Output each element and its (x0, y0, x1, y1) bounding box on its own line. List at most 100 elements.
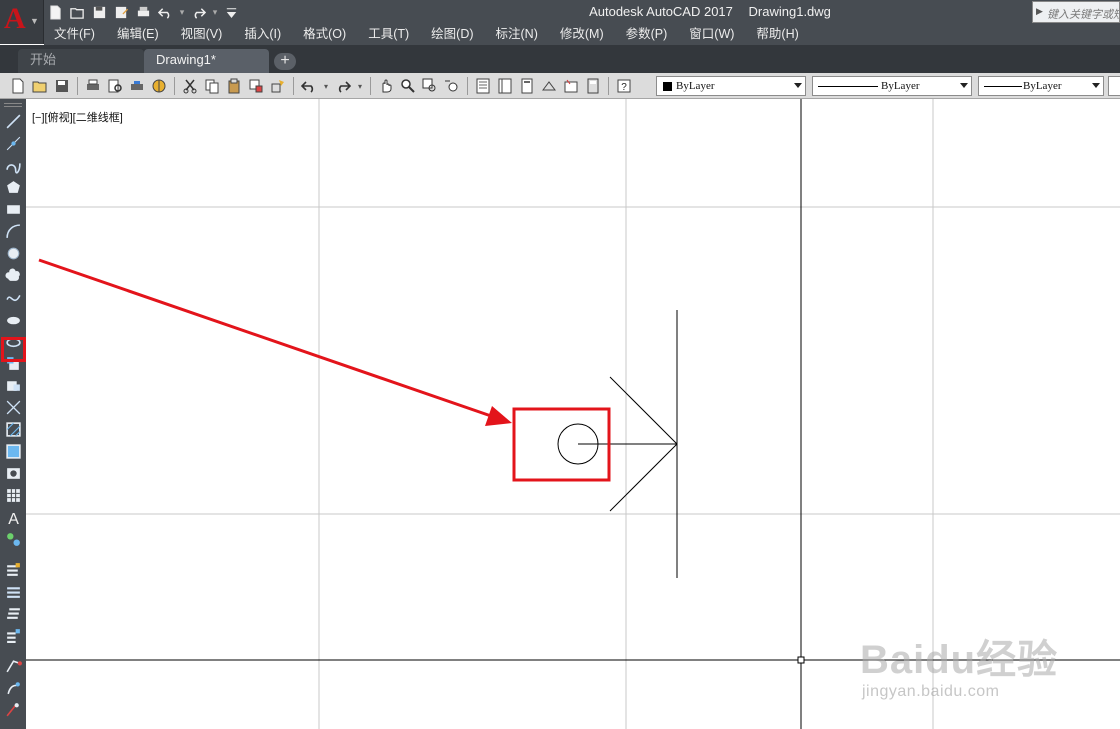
zoom-window-icon[interactable] (420, 76, 440, 96)
polyline-tool-icon[interactable] (3, 155, 23, 175)
circle-tool-icon[interactable] (3, 243, 23, 263)
save-icon[interactable] (52, 76, 72, 96)
markup-icon[interactable] (561, 76, 581, 96)
chevron-down-icon (1092, 83, 1100, 88)
customize-qat-icon[interactable] (222, 3, 241, 21)
pan-hand-icon[interactable] (376, 76, 396, 96)
multiline-text-icon[interactable]: A (3, 507, 23, 527)
menu-window[interactable]: 窗口(W) (679, 24, 746, 45)
menu-format[interactable]: 格式(O) (293, 24, 358, 45)
linetype-control-select[interactable]: ByLayer (812, 76, 972, 96)
quickcalc-icon[interactable] (583, 76, 603, 96)
redo-icon[interactable] (333, 76, 353, 96)
zoom-realtime-icon[interactable] (398, 76, 418, 96)
toolbar-grip[interactable] (4, 103, 22, 107)
point-tool-icon[interactable] (3, 397, 23, 417)
application-menu-button[interactable]: A ▼ (0, 0, 44, 44)
match-properties-icon[interactable] (246, 76, 266, 96)
rectangle-tool-icon[interactable] (3, 199, 23, 219)
lineweight-control-select[interactable]: ByLayer (978, 76, 1104, 96)
paste-icon[interactable] (224, 76, 244, 96)
menu-view[interactable]: 视图(V) (171, 24, 235, 45)
tool-palettes-icon[interactable] (517, 76, 537, 96)
block-editor-icon[interactable] (268, 76, 288, 96)
undo-dropdown-icon[interactable]: ▾ (178, 7, 186, 18)
zoom-previous-icon[interactable] (442, 76, 462, 96)
open-folder-icon[interactable] (68, 3, 87, 21)
design-center-icon[interactable] (495, 76, 515, 96)
toolbar-icons: ▾ ▾ ? (8, 76, 634, 96)
redo-dropdown-icon[interactable]: ▾ (355, 76, 365, 96)
table-tool-icon[interactable] (3, 485, 23, 505)
new-file-icon[interactable] (46, 3, 65, 21)
region-tool-icon[interactable] (3, 463, 23, 483)
toolbar-separator (77, 77, 78, 95)
add-selected-icon[interactable] (3, 529, 23, 549)
search-expand-icon[interactable]: ▶ (1036, 6, 1043, 17)
diagonal-line-upper[interactable] (609, 376, 678, 445)
tab-drawing1[interactable]: Drawing1* (144, 49, 269, 73)
watermark-url: jingyan.baidu.com (862, 683, 1000, 700)
layer-state-icon[interactable] (3, 603, 23, 623)
ellipse-tool-icon[interactable] (3, 309, 23, 329)
properties-icon[interactable] (473, 76, 493, 96)
sheet-set-icon[interactable] (539, 76, 559, 96)
menu-insert[interactable]: 插入(I) (234, 24, 293, 45)
color-control-select[interactable]: ByLayer (656, 76, 806, 96)
copy-icon[interactable] (202, 76, 222, 96)
spline-tool-icon[interactable] (3, 287, 23, 307)
redo-icon[interactable] (189, 3, 208, 21)
qnew-icon[interactable] (8, 76, 28, 96)
tab-start[interactable]: 开始 (18, 49, 144, 73)
line-tool-icon[interactable] (3, 111, 23, 131)
construction-line-icon[interactable] (3, 133, 23, 153)
save-icon[interactable] (90, 3, 109, 21)
plot-icon[interactable] (83, 76, 103, 96)
polygon-tool-icon[interactable] (3, 177, 23, 197)
menu-dimension[interactable]: 标注(N) (486, 24, 550, 45)
viewport-controls[interactable]: [−][俯视][二维线框] (32, 109, 123, 125)
menu-tools[interactable]: 工具(T) (358, 24, 421, 45)
menu-edit[interactable]: 编辑(E) (107, 24, 171, 45)
menu-parametric[interactable]: 参数(P) (616, 24, 680, 45)
layer-previous-icon[interactable] (3, 581, 23, 601)
hatch-tool-icon[interactable] (3, 419, 23, 439)
revision-cloud-icon[interactable] (3, 265, 23, 285)
plot-icon[interactable] (134, 3, 153, 21)
layer-properties-icon[interactable] (3, 559, 23, 579)
menu-modify[interactable]: 修改(M) (550, 24, 616, 45)
arc-tool-icon[interactable] (3, 221, 23, 241)
toolbar-separator (174, 77, 175, 95)
help-icon[interactable]: ? (614, 76, 634, 96)
polyline-edit-icon[interactable] (3, 655, 23, 675)
color-swatch (663, 82, 672, 91)
open-icon[interactable] (30, 76, 50, 96)
menu-file[interactable]: 文件(F) (44, 24, 107, 45)
toolbar-separator (467, 77, 468, 95)
plot-preview-icon[interactable] (105, 76, 125, 96)
menu-help[interactable]: 帮助(H) (746, 24, 810, 45)
plotstyle-control-select[interactable] (1108, 76, 1120, 96)
save-as-icon[interactable] (112, 3, 131, 21)
redo-dropdown-icon[interactable]: ▾ (211, 7, 219, 18)
menu-draw[interactable]: 绘图(D) (421, 24, 485, 45)
chevron-down-icon (794, 83, 802, 88)
diagonal-line-lower[interactable] (609, 443, 678, 512)
layer-isolate-icon[interactable] (3, 625, 23, 645)
undo-icon[interactable] (299, 76, 319, 96)
publish-icon[interactable] (127, 76, 147, 96)
cut-icon[interactable] (180, 76, 200, 96)
draw-toolbar: A (0, 99, 26, 729)
3d-print-icon[interactable] (149, 76, 169, 96)
annotation-arrow-head (485, 406, 512, 426)
undo-icon[interactable] (156, 3, 175, 21)
edit-hatch-icon[interactable] (3, 699, 23, 719)
make-block-icon[interactable] (3, 375, 23, 395)
new-tab-button[interactable]: + (274, 53, 296, 70)
menu-bar: 文件(F) 编辑(E) 视图(V) 插入(I) 格式(O) 工具(T) 绘图(D… (44, 24, 1120, 45)
edit-spline-icon[interactable] (3, 677, 23, 697)
undo-dropdown-icon[interactable]: ▾ (321, 76, 331, 96)
gradient-tool-icon[interactable] (3, 441, 23, 461)
search-input[interactable]: ▶ 键入关键字或短语 (1032, 1, 1120, 23)
chevron-down-icon: ▼ (30, 16, 39, 26)
